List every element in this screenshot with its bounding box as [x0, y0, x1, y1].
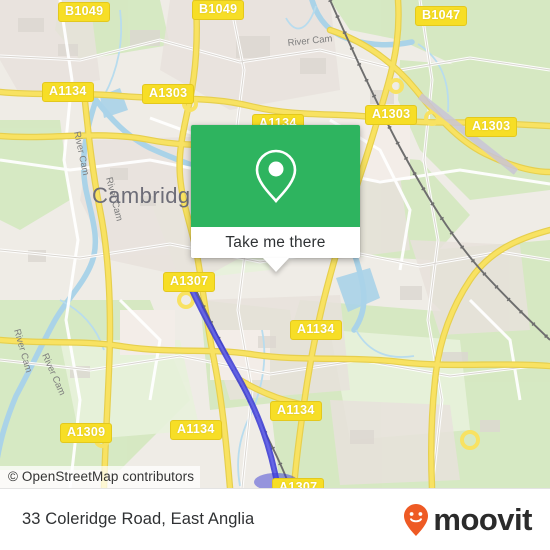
road-shield: A1307 — [272, 478, 325, 488]
road-shield: A1134 — [290, 320, 342, 340]
road-shield: A1134 — [270, 401, 322, 421]
moovit-wordmark: moovit — [433, 502, 532, 537]
road-shield: A1134 — [170, 420, 222, 440]
address-title: 33 Coleridge Road, East Anglia — [22, 510, 255, 528]
map-pin-icon — [255, 149, 296, 204]
popup-card[interactable]: Take me there — [191, 125, 360, 258]
city-label: Cambridge — [92, 183, 203, 208]
destination-popup[interactable]: Take me there — [191, 125, 360, 272]
moovit-pin-icon — [404, 503, 429, 536]
footer-bar: 33 Coleridge Road, East Anglia moovit — [0, 488, 550, 550]
take-me-there-button[interactable]: Take me there — [191, 227, 360, 258]
moovit-logo[interactable]: moovit — [403, 503, 532, 537]
popup-header — [191, 125, 360, 227]
road-shield: A1309 — [60, 423, 113, 443]
moovit-map-screen: River Cam River Cam River Cam River Cam … — [0, 0, 550, 550]
osm-attribution[interactable]: © OpenStreetMap contributors — [0, 466, 201, 488]
popup-pointer — [262, 258, 289, 272]
road-shield: A1134 — [42, 82, 94, 102]
road-shield: A1307 — [163, 272, 216, 292]
road-shield: B1049 — [192, 0, 245, 20]
road-shield: B1049 — [58, 2, 111, 22]
road-shield: A1303 — [365, 105, 418, 125]
road-shield: B1047 — [415, 6, 468, 26]
road-shield: A1303 — [465, 117, 518, 137]
road-shield: A1303 — [142, 84, 195, 104]
